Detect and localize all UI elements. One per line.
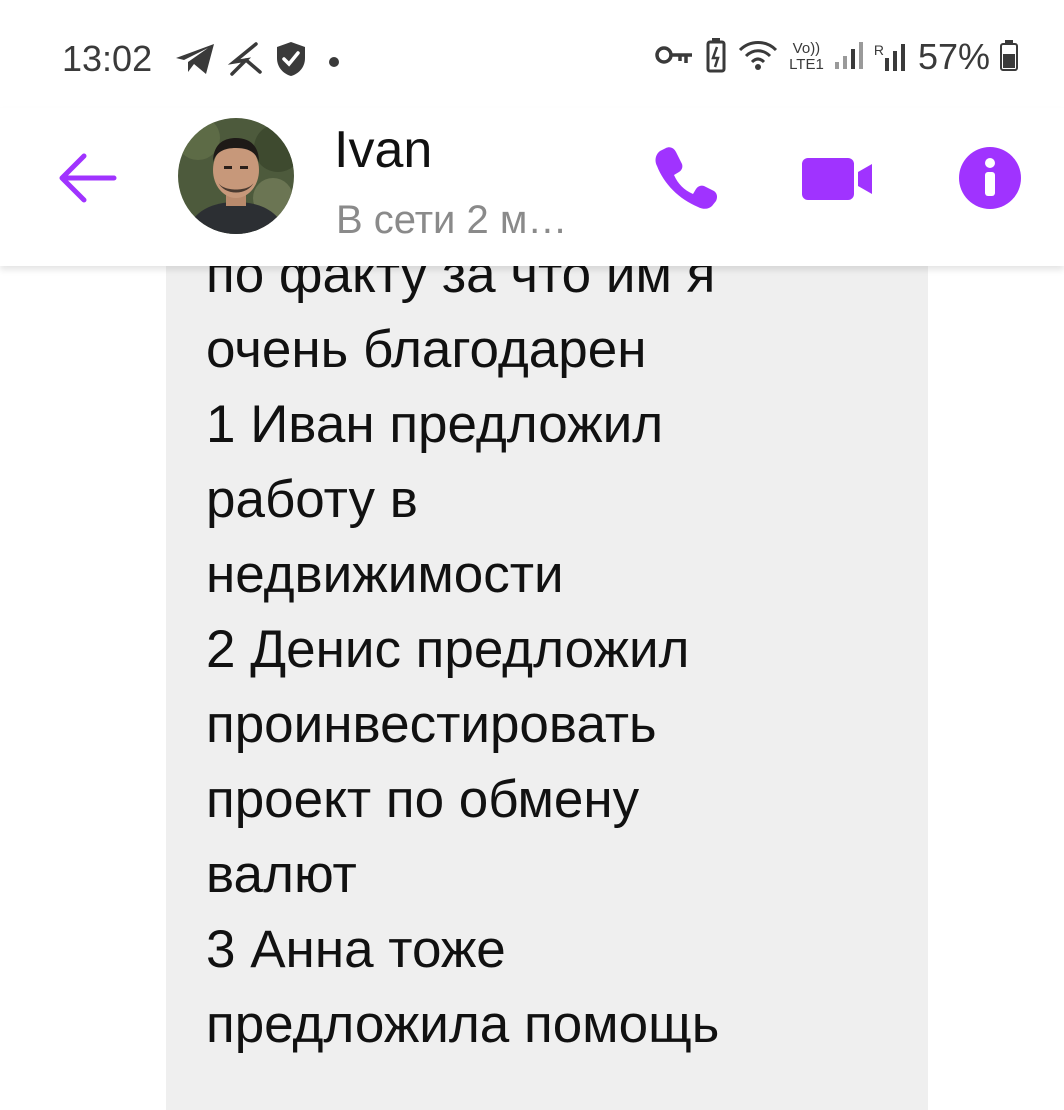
status-system-icons: Vo)) LTE1 R 57% bbox=[655, 36, 1018, 78]
lte-label: LTE1 bbox=[789, 56, 824, 73]
phone-icon bbox=[655, 147, 718, 209]
message-line: 3 Анна тоже bbox=[206, 920, 506, 979]
volte-icon: Vo)) LTE1 bbox=[789, 41, 824, 73]
message-line: очень благодарен bbox=[206, 320, 647, 379]
roaming-label: R bbox=[873, 42, 884, 58]
message-line: валют bbox=[206, 845, 357, 904]
gesture-icon bbox=[226, 42, 266, 81]
status-bar: 13:02 Vo)) LTE1 R 57% bbox=[0, 0, 1064, 108]
key-icon bbox=[655, 42, 695, 73]
message-line: предложила помощь bbox=[206, 995, 720, 1054]
shield-icon bbox=[274, 40, 308, 83]
back-button[interactable] bbox=[56, 150, 120, 206]
dot-icon bbox=[316, 42, 346, 81]
conversation-header: Ivan В сети 2 м… bbox=[0, 108, 1064, 266]
telegram-icon bbox=[174, 42, 218, 81]
contact-status: В сети 2 м… bbox=[336, 198, 568, 242]
roaming-signal-icon: R bbox=[874, 42, 908, 72]
contact-avatar[interactable] bbox=[178, 118, 294, 234]
signal-icon bbox=[834, 40, 864, 75]
message-line: недвижимости bbox=[206, 545, 564, 604]
message-thread[interactable]: по факту за что им я очень благодарен 1 … bbox=[0, 266, 1064, 1110]
message-text: по факту за что им я очень благодарен 1 … bbox=[206, 266, 906, 1062]
audio-call-button[interactable] bbox=[652, 144, 718, 215]
volte-label: Vo)) bbox=[792, 40, 821, 57]
conversation-info-button[interactable] bbox=[958, 146, 1022, 215]
message-line: проект по обмену bbox=[206, 770, 640, 829]
contact-name[interactable]: Ivan bbox=[334, 120, 432, 180]
info-icon bbox=[959, 147, 1021, 209]
message-line: работу в bbox=[206, 470, 418, 529]
message-line: по факту за что им я bbox=[206, 266, 716, 304]
message-bubble[interactable]: по факту за что им я очень благодарен 1 … bbox=[166, 266, 928, 1110]
wifi-icon bbox=[737, 38, 779, 77]
back-arrow-icon bbox=[59, 153, 117, 203]
battery-icon bbox=[1000, 39, 1018, 76]
message-line: проинвестировать bbox=[206, 695, 657, 754]
status-notification-icons bbox=[174, 40, 346, 83]
message-line: 2 Денис предложил bbox=[206, 620, 690, 679]
video-camera-icon bbox=[802, 158, 872, 200]
status-time: 13:02 bbox=[62, 38, 153, 79]
battery-saver-icon bbox=[705, 37, 727, 78]
video-call-button[interactable] bbox=[800, 156, 876, 207]
battery-percent: 57% bbox=[917, 36, 990, 77]
message-line: 1 Иван предложил bbox=[206, 395, 664, 454]
